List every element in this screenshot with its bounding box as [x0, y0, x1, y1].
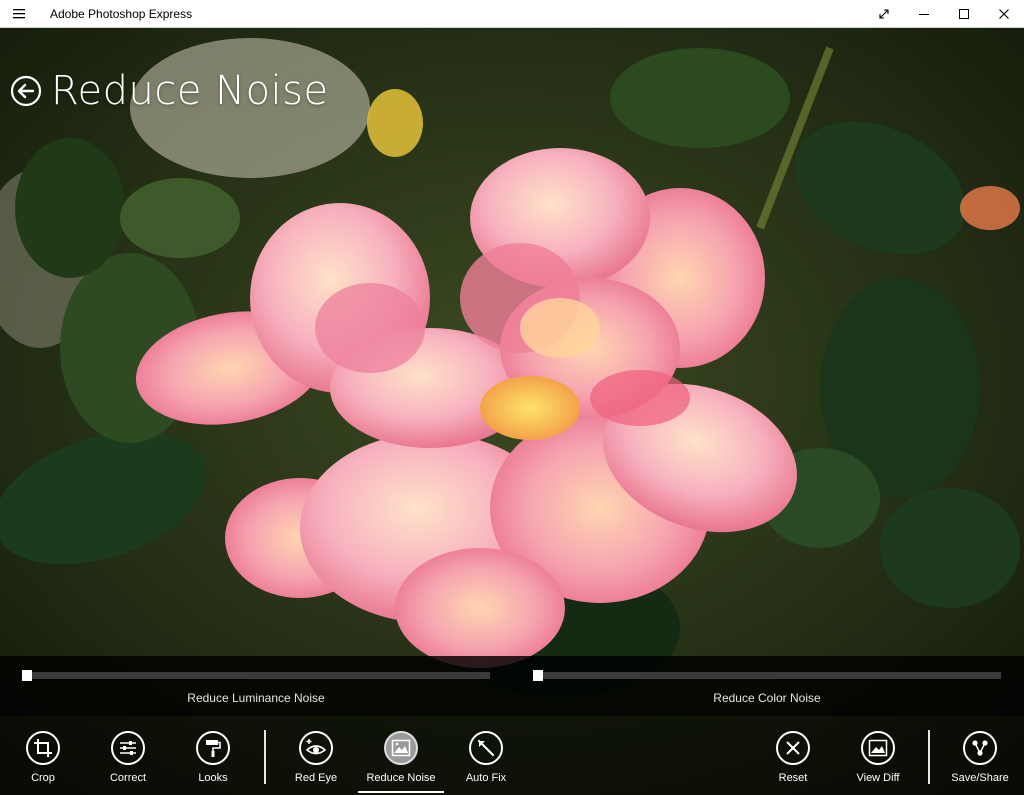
reduce-noise-button[interactable]: Reduce Noise: [358, 716, 444, 795]
back-arrow-icon[interactable]: [10, 75, 42, 107]
hamburger-menu-button[interactable]: [0, 0, 40, 28]
minimize-icon: [919, 13, 929, 15]
luminance-noise-label: Reduce Luminance Noise: [187, 691, 325, 705]
red-eye-label: Red Eye: [294, 772, 338, 784]
sliders-icon: [120, 741, 136, 755]
reset-label: Reset: [778, 772, 808, 784]
window-title: Adobe Photoshop Express: [50, 6, 193, 21]
eye-plus-icon: [305, 739, 327, 755]
reset-button[interactable]: Reset: [750, 716, 836, 795]
reduce-noise-button-circle: [384, 731, 418, 765]
auto-fix-button-circle: [469, 731, 503, 765]
reset-x-icon: [786, 741, 800, 755]
reduce-noise-label: Reduce Noise: [366, 772, 436, 784]
view-diff-button-circle: [861, 731, 895, 765]
color-noise-track: [533, 672, 1001, 679]
title-bar: Adobe Photoshop Express: [0, 0, 1024, 28]
magic-wand-icon: [477, 739, 495, 757]
auto-fix-button[interactable]: Auto Fix: [443, 716, 529, 795]
color-noise-thumb[interactable]: [533, 670, 543, 681]
expand-icon: [879, 8, 889, 19]
page-header: Reduce Noise: [10, 66, 329, 116]
view-diff-button[interactable]: View Diff: [835, 716, 921, 795]
luminance-noise-slider[interactable]: [22, 670, 490, 681]
close-icon: [999, 8, 1009, 19]
correct-label: Correct: [109, 772, 147, 784]
page-title: Reduce Noise: [51, 68, 329, 114]
paint-roller-icon: [206, 740, 221, 757]
color-noise-slider[interactable]: [533, 670, 1001, 681]
correct-button[interactable]: Correct: [85, 716, 171, 795]
looks-button-circle: [196, 731, 230, 765]
crop-button[interactable]: Crop: [0, 716, 86, 795]
luminance-noise-track: [22, 672, 490, 679]
crop-icon: [34, 739, 52, 757]
red-eye-button-circle: [299, 731, 333, 765]
toolbar-separator-2: [928, 730, 930, 784]
auto-fix-label: Auto Fix: [465, 772, 507, 784]
noise-slider-panel: Reduce Luminance Noise Reduce Color Nois…: [0, 656, 1024, 716]
minimize-button[interactable]: [904, 0, 944, 28]
save-share-button-circle: [963, 731, 997, 765]
looks-label: Looks: [198, 772, 228, 784]
luminance-noise-thumb[interactable]: [22, 670, 32, 681]
share-icon: [972, 740, 988, 756]
bottom-toolbar: Crop Correct Looks Red Eye Reduce Noise …: [0, 716, 1024, 795]
view-diff-label: View Diff: [856, 772, 900, 784]
maximize-button[interactable]: [944, 0, 984, 28]
fullscreen-button[interactable]: [864, 0, 904, 28]
crop-button-circle: [26, 731, 60, 765]
noise-image-icon: [391, 739, 411, 757]
reset-button-circle: [776, 731, 810, 765]
compare-image-icon: [868, 739, 888, 757]
close-button[interactable]: [984, 0, 1024, 28]
correct-button-circle: [111, 731, 145, 765]
save-share-label: Save/Share: [951, 772, 1009, 784]
crop-label: Crop: [31, 772, 55, 784]
color-noise-label: Reduce Color Noise: [713, 691, 821, 705]
looks-button[interactable]: Looks: [170, 716, 256, 795]
save-share-button[interactable]: Save/Share: [937, 716, 1023, 795]
hamburger-icon: [13, 8, 25, 18]
red-eye-button[interactable]: Red Eye: [273, 716, 359, 795]
toolbar-separator-1: [264, 730, 266, 784]
maximize-icon: [959, 8, 969, 19]
